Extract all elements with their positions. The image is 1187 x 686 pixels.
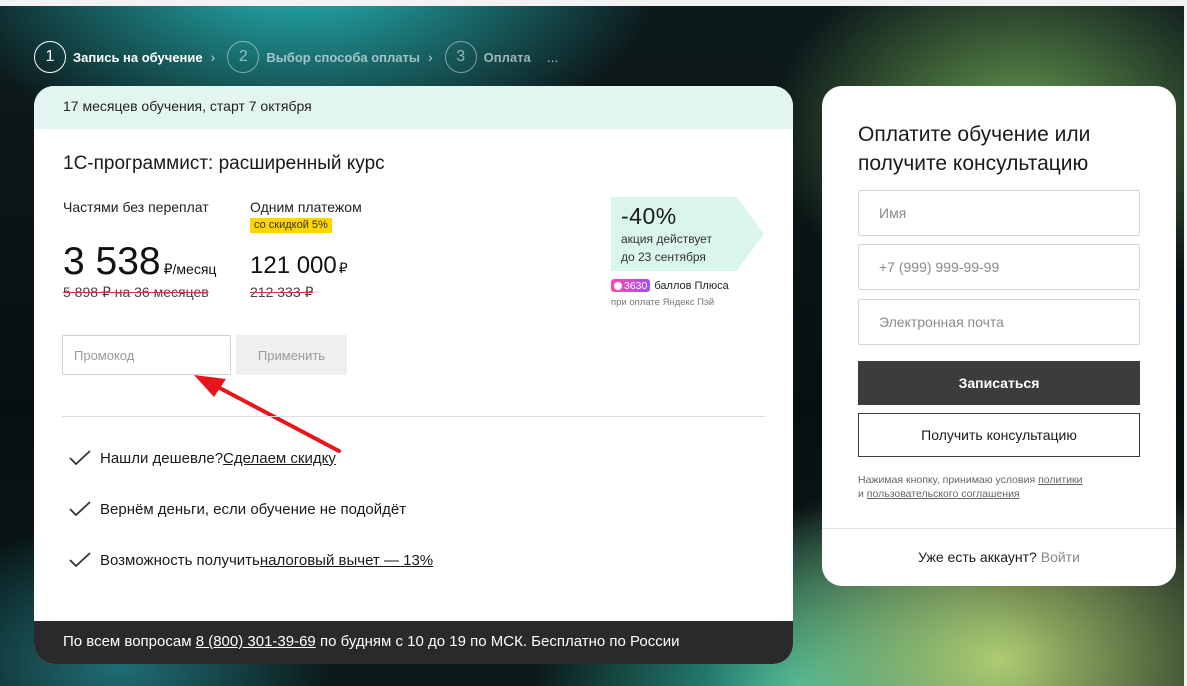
single-price: 121 000 ₽ bbox=[250, 252, 348, 280]
login-link[interactable]: Войти bbox=[1041, 549, 1080, 565]
user-agreement-link[interactable]: пользовательского соглашения bbox=[867, 488, 1020, 500]
enroll-button[interactable]: Записаться bbox=[858, 361, 1140, 405]
plus-logo-icon bbox=[614, 281, 622, 290]
form-title: Оплатите обучение или получите консульта… bbox=[858, 123, 1091, 175]
installment-unit: ₽/месяц bbox=[163, 261, 217, 277]
step-number: 2 bbox=[227, 41, 260, 73]
installment-price: 3 538 ₽/месяц bbox=[63, 240, 216, 284]
single-payment-option: Одним платежом со скидкой 5% bbox=[250, 199, 362, 233]
installment-old-price: 5 898 ₽ на 36 месяцев bbox=[63, 284, 209, 300]
step-label: Выбор способа оплаты bbox=[266, 49, 420, 65]
benefit-text: Возможность получить bbox=[100, 551, 260, 569]
benefit-text: Нашли дешевле? bbox=[100, 449, 224, 467]
plus-points-label: баллов Плюса bbox=[654, 279, 729, 292]
plus-points-row: 3630 баллов Плюса bbox=[611, 279, 729, 292]
single-amount: 121 000 bbox=[250, 252, 337, 279]
chevron-right-icon: › bbox=[427, 49, 433, 65]
enroll-form-card: Оплатите обучение или получите консульта… bbox=[822, 86, 1176, 586]
tax-deduction-link[interactable]: налоговый вычет — 13% bbox=[260, 552, 433, 569]
promocode-input[interactable] bbox=[62, 335, 231, 375]
single-unit: ₽ bbox=[338, 260, 348, 276]
support-suffix: по будням с 10 до 19 по МСК. Бесплатно п… bbox=[315, 633, 680, 650]
promo-percent: -40% bbox=[621, 203, 677, 229]
installment-amount: 3 538 bbox=[63, 240, 161, 283]
top-edge bbox=[0, 0, 1187, 6]
installment-caption: Частями без переплат bbox=[63, 199, 209, 215]
course-title: 1С-программист: расширенный курс bbox=[63, 153, 385, 174]
benefit-tax-deduction: Возможность получить налоговый вычет — 1… bbox=[68, 551, 433, 569]
check-icon bbox=[69, 450, 91, 466]
single-payment-caption: Одним платежом bbox=[250, 199, 362, 215]
account-row: Уже есть аккаунт? Войти bbox=[822, 549, 1176, 565]
plus-points-value: 3630 bbox=[624, 279, 648, 292]
consultation-button[interactable]: Получить консультацию bbox=[858, 413, 1140, 457]
phone-field[interactable] bbox=[858, 244, 1140, 290]
plus-points-note: при оплате Яндекс Пэй bbox=[611, 297, 715, 308]
check-icon bbox=[69, 552, 91, 568]
discount-link[interactable]: Сделаем скидку bbox=[223, 450, 336, 467]
step-number: 1 bbox=[34, 41, 66, 73]
legal-notice: Нажимая кнопку, принимаю условия политик… bbox=[858, 473, 1148, 501]
email-field[interactable] bbox=[858, 299, 1140, 345]
promo-line-1: акция действует bbox=[621, 232, 712, 246]
step-payment[interactable]: 3 Оплата bbox=[444, 41, 531, 73]
promo-discount-tag: -40% акция действует до 23 сентября bbox=[611, 197, 764, 271]
step-payment-method[interactable]: 2 Выбор способа оплаты bbox=[227, 41, 420, 73]
benefit-text: Вернём деньги, если обучение не подойдёт bbox=[100, 500, 407, 518]
checkout-stepper: 1 Запись на обучение › 2 Выбор способа о… bbox=[34, 41, 558, 73]
step-label: Оплата bbox=[483, 49, 531, 65]
check-icon bbox=[69, 501, 91, 517]
single-old-price: 212 333 ₽ bbox=[250, 284, 314, 300]
step-label: Запись на обучение bbox=[73, 49, 203, 65]
section-divider bbox=[62, 416, 765, 417]
legal-and: и bbox=[858, 488, 867, 500]
legal-prefix: Нажимая кнопку, принимаю условия bbox=[858, 474, 1039, 486]
promo-line-2: до 23 сентября bbox=[621, 250, 706, 264]
chevron-right-icon: › bbox=[210, 49, 216, 65]
course-card: 17 месяцев обучения, старт 7 октября 1С-… bbox=[34, 86, 793, 664]
step-enroll[interactable]: 1 Запись на обучение bbox=[34, 41, 203, 73]
support-footer: По всем вопросам 8 (800) 301-39-69 по бу… bbox=[34, 621, 793, 664]
support-prefix: По всем вопросам bbox=[63, 633, 196, 650]
benefit-cheaper: Нашли дешевле? Сделаем скидку bbox=[68, 449, 336, 467]
discount-badge: со скидкой 5% bbox=[250, 218, 332, 233]
plus-points-badge: 3630 bbox=[611, 279, 651, 292]
apply-promocode-button[interactable]: Применить bbox=[236, 335, 347, 375]
name-field[interactable] bbox=[858, 190, 1140, 236]
more-steps-indicator: ... bbox=[546, 49, 559, 65]
account-text: Уже есть аккаунт? bbox=[918, 549, 1037, 565]
form-divider bbox=[822, 528, 1176, 529]
policy-link[interactable]: политики bbox=[1038, 474, 1082, 486]
step-number: 3 bbox=[444, 41, 477, 73]
course-duration: 17 месяцев обучения, старт 7 октября bbox=[34, 86, 793, 129]
benefit-refund: Вернём деньги, если обучение не подойдёт bbox=[68, 500, 406, 518]
installment-option: Частями без переплат bbox=[63, 199, 209, 215]
support-phone-link[interactable]: 8 (800) 301-39-69 bbox=[196, 633, 316, 650]
